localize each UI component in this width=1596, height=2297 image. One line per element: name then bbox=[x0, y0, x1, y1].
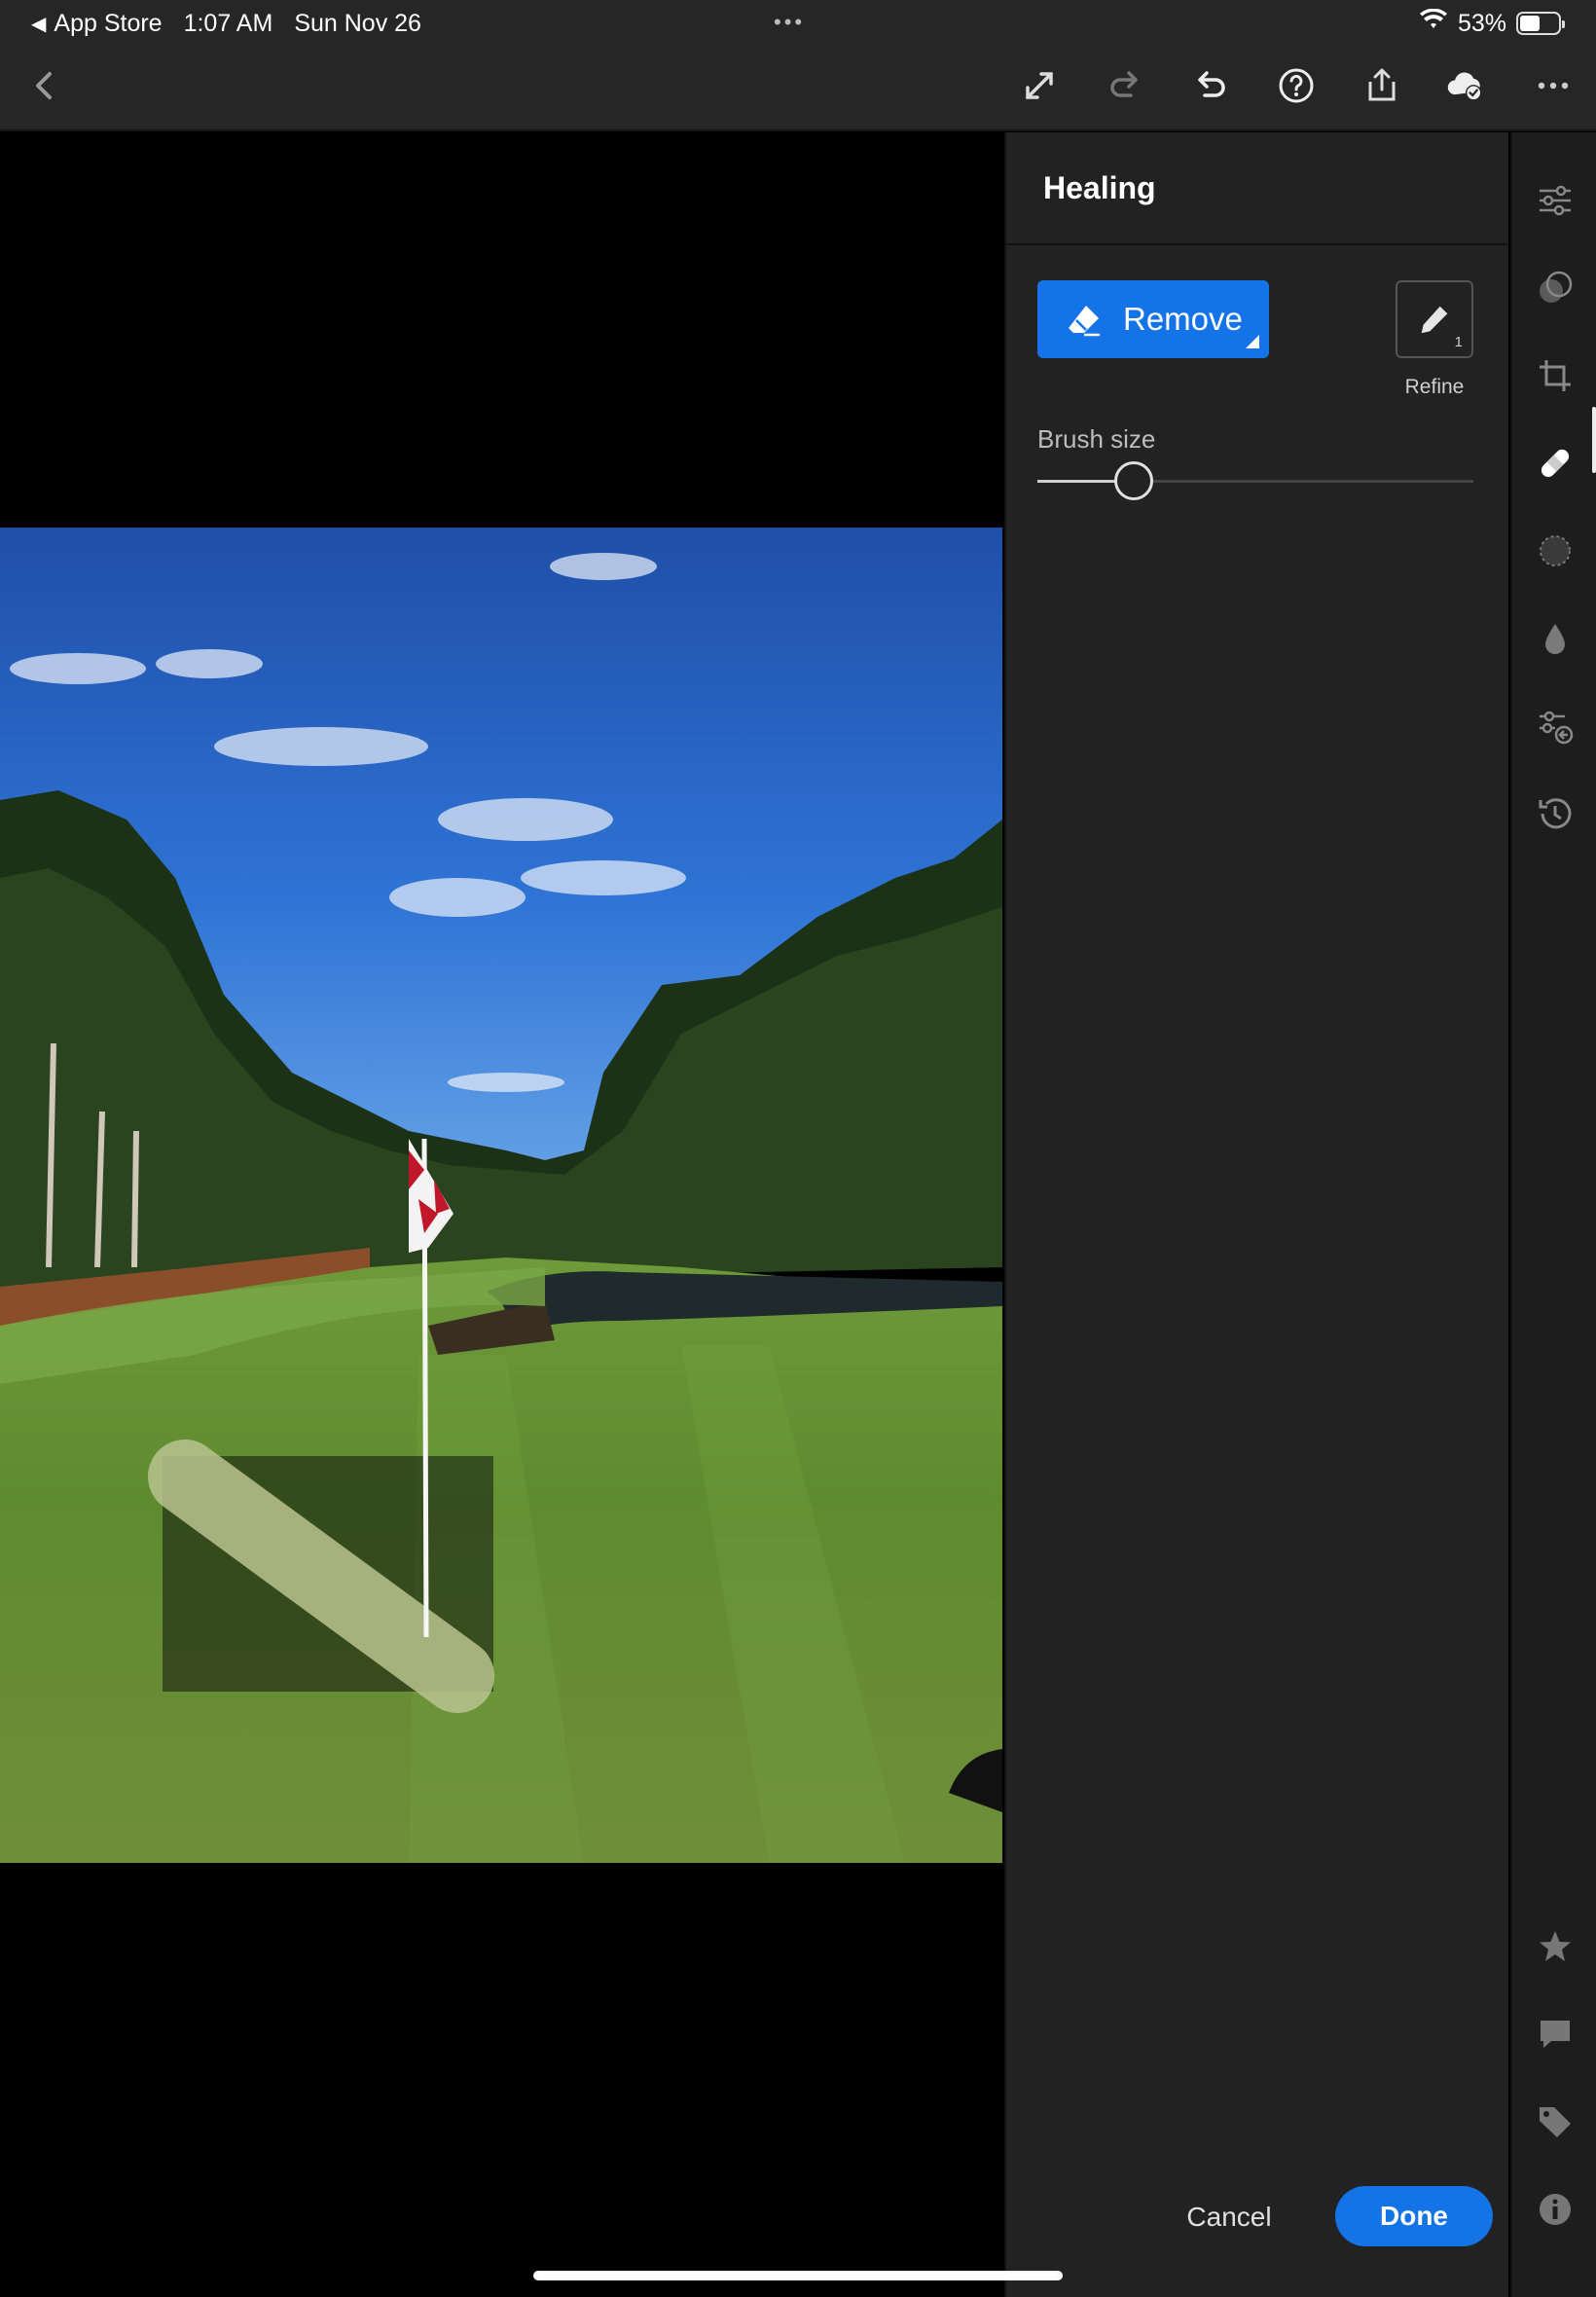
active-tool-indicator bbox=[1592, 407, 1596, 473]
panel-header: Healing bbox=[1006, 132, 1508, 245]
back-to-app-icon[interactable]: ◀ bbox=[31, 12, 46, 36]
comments-icon[interactable] bbox=[1530, 2009, 1580, 2060]
brush-size-fill bbox=[1037, 480, 1116, 483]
blur-icon[interactable] bbox=[1530, 613, 1580, 664]
back-icon[interactable] bbox=[19, 60, 70, 111]
brush-size-thumb[interactable] bbox=[1113, 461, 1153, 500]
cancel-button[interactable]: Cancel bbox=[1158, 2188, 1300, 2246]
help-icon[interactable] bbox=[1271, 60, 1322, 111]
edit-sliders-icon[interactable] bbox=[1530, 175, 1580, 226]
battery-percent: 53% bbox=[1457, 9, 1506, 37]
done-button[interactable]: Done bbox=[1335, 2186, 1493, 2246]
eraser-icon bbox=[1069, 306, 1100, 337]
status-date: Sun Nov 26 bbox=[294, 9, 421, 37]
top-bar: ◀ App Store 1:07 AM Sun Nov 26 ••• 53% bbox=[0, 0, 1596, 131]
photo[interactable] bbox=[0, 528, 1002, 1863]
photo-canvas[interactable] bbox=[0, 132, 1002, 2297]
share-icon[interactable] bbox=[1357, 60, 1407, 111]
info-icon[interactable] bbox=[1530, 2184, 1580, 2235]
cloud-synced-icon[interactable] bbox=[1440, 60, 1491, 111]
tool-rail bbox=[1510, 132, 1596, 2297]
panel-title: Healing bbox=[1043, 169, 1156, 205]
versions-icon[interactable] bbox=[1530, 701, 1580, 751]
keywords-icon[interactable] bbox=[1530, 2096, 1580, 2147]
presets-icon[interactable] bbox=[1530, 263, 1580, 313]
rating-icon[interactable] bbox=[1530, 1921, 1580, 1972]
remove-tool-label: Remove bbox=[1123, 301, 1243, 337]
healing-panel: Healing Remove 1 Refine Brush size Cance… bbox=[1004, 132, 1508, 2297]
crop-icon[interactable] bbox=[1530, 350, 1580, 401]
status-bar: ◀ App Store 1:07 AM Sun Nov 26 bbox=[31, 8, 421, 39]
undo-icon[interactable] bbox=[1185, 60, 1236, 111]
home-indicator[interactable] bbox=[533, 2271, 1063, 2280]
wifi-icon bbox=[1419, 8, 1448, 39]
redo-icon[interactable] bbox=[1100, 60, 1150, 111]
history-icon[interactable] bbox=[1530, 788, 1580, 839]
healing-icon[interactable] bbox=[1530, 438, 1580, 489]
brush-size-label: Brush size bbox=[1037, 424, 1156, 454]
refine-label: Refine bbox=[1404, 376, 1465, 398]
pencil-icon bbox=[1421, 306, 1448, 334]
back-app-label[interactable]: App Store bbox=[54, 10, 162, 38]
multitasking-dots[interactable]: ••• bbox=[774, 10, 805, 35]
more-icon[interactable] bbox=[1528, 60, 1578, 111]
refine-button[interactable]: 1 bbox=[1396, 280, 1473, 358]
refine-count: 1 bbox=[1454, 334, 1463, 350]
remove-tool-button[interactable]: Remove bbox=[1037, 280, 1269, 358]
status-right: 53% bbox=[1419, 8, 1565, 39]
dropdown-corner-icon bbox=[1246, 335, 1259, 348]
status-time: 1:07 AM bbox=[183, 9, 273, 37]
battery-icon bbox=[1516, 12, 1565, 35]
expand-icon[interactable] bbox=[1014, 60, 1065, 111]
brush-size-slider[interactable] bbox=[1037, 461, 1473, 500]
masking-icon[interactable] bbox=[1530, 526, 1580, 576]
